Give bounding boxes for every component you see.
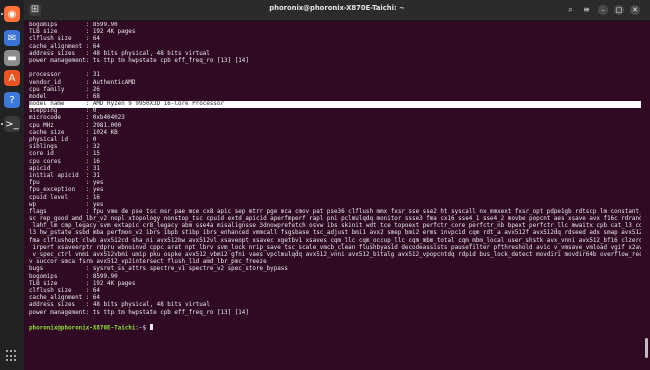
title-bar: ⊞ phoronix@phoronix-X870E-Taichi: ~ ⌕ ≡ … <box>24 0 650 21</box>
terminal-line: bogomips : 8599.90 <box>29 22 118 28</box>
terminal-line: wp : yes <box>29 201 104 208</box>
prompt-symbol: $ <box>142 325 150 332</box>
maximize-icon[interactable]: □ <box>614 5 624 15</box>
terminal-line: l3 hw_pstate ssbd mba perfmon_v2 ibrs ib… <box>29 230 641 237</box>
terminal-line: cache_alignment : 64 <box>29 43 100 50</box>
close-icon[interactable]: ✕ <box>630 5 640 15</box>
thunderbird-icon[interactable]: ✉ <box>4 30 20 46</box>
terminal-output[interactable]: bogomips : 8599.90 TLB size : 192 4K page… <box>29 22 641 368</box>
terminal-line: bogomips : 8599.90 <box>29 273 118 280</box>
terminal-line: v_spec_ctrl vnmi avx512vbmi umip pku osp… <box>29 252 641 258</box>
terminal-line: clflush size : 64 <box>29 36 100 43</box>
terminal-line: power management: ts ttp tm hwpstate cpb… <box>29 309 249 316</box>
shell-prompt[interactable]: phoronix@phoronix-X870E-Taichi:~$ <box>29 323 641 332</box>
terminal-line: model : 68 <box>29 93 100 100</box>
terminal-line: physical id : 0 <box>29 137 97 143</box>
dock: ◉ ✉ ▬ A? >_ <box>0 0 24 370</box>
software-center-icon[interactable]: A <box>4 70 20 86</box>
terminal-line: power management: ts ttp tm hwpstate cpb… <box>29 57 249 64</box>
show-apps-icon[interactable] <box>6 350 18 362</box>
terminal-line: siblings : 32 <box>29 144 100 151</box>
terminal-line: v succor smca fsrm avx512_vp2intersect f… <box>29 259 267 266</box>
search-icon[interactable]: ⌕ <box>564 4 577 16</box>
text-cursor <box>149 323 154 331</box>
terminal-line: cache_alignment : 64 <box>29 295 100 302</box>
terminal-line: TLB size : 192 4K pages <box>29 29 136 36</box>
terminal-line: lahf_lm cmp_legacy svm extapic cr8_legac… <box>29 223 641 230</box>
terminal-line: cache size : 1024 KB <box>29 129 118 136</box>
window-title: phoronix@phoronix-X870E-Taichi: ~ <box>269 4 405 12</box>
terminal-icon[interactable]: >_ <box>4 116 20 132</box>
running-indicator <box>1 123 3 125</box>
terminal-line: irperf xsaveerptr rdpru wbnoinvd cppc ar… <box>29 244 641 251</box>
terminal-line: core id : 15 <box>29 151 100 158</box>
terminal-line: vendor_id : AuthenticAMD <box>29 79 136 86</box>
terminal-line: cpu family : 26 <box>29 86 100 93</box>
terminal-line: microcode : 0xb404023 <box>29 115 125 122</box>
terminal-line: address sizes : 48 bits physical, 48 bit… <box>29 50 210 57</box>
terminal-line: cpu MHz : 2981.000 <box>29 122 122 129</box>
terminal-line: sc rep_good amd_lbr_v2 nopl xtopology no… <box>29 216 641 223</box>
terminal-line: clflush size : 64 <box>29 287 100 294</box>
minimize-icon[interactable]: – <box>598 5 608 15</box>
terminal-line: TLB size : 192 4K pages <box>29 280 136 287</box>
terminal-line: flags : fpu vme de pse tsc msr pae mce c… <box>29 208 641 215</box>
terminal-line: address sizes : 48 bits physical, 48 bit… <box>29 302 210 309</box>
terminal-line: apicid : 31 <box>29 165 100 172</box>
help-icon[interactable]: ? <box>4 92 20 108</box>
terminal-line: model name : AMD Ryzen 9 9950X3D 16-Core… <box>29 101 641 109</box>
terminal-line: cpuid level : 16 <box>29 194 100 201</box>
terminal-line: fma clflushopt clwb avx512cd sha_ni avx5… <box>29 237 641 244</box>
terminal-line: fpu_exception : yes <box>29 187 104 194</box>
terminal-line: bugs : sysret_ss_attrs spectre_v1 spectr… <box>29 266 288 273</box>
menu-icon[interactable]: ≡ <box>580 4 593 16</box>
terminal-line: processor : 31 <box>29 72 100 79</box>
files-icon[interactable]: ▬ <box>4 50 20 66</box>
terminal-line: initial apicid : 31 <box>29 172 100 179</box>
terminal-line: fpu : yes <box>29 180 104 187</box>
terminal-line: cpu cores : 16 <box>29 158 100 165</box>
firefox-icon[interactable]: ◉ <box>4 6 20 22</box>
prompt-user-host: phoronix@phoronix-X870E-Taichi <box>29 325 136 332</box>
running-indicator <box>1 13 3 15</box>
terminal-window: ⊞ phoronix@phoronix-X870E-Taichi: ~ ⌕ ≡ … <box>24 0 650 370</box>
scrollbar[interactable] <box>645 338 648 358</box>
terminal-line: stepping : 0 <box>29 108 97 115</box>
